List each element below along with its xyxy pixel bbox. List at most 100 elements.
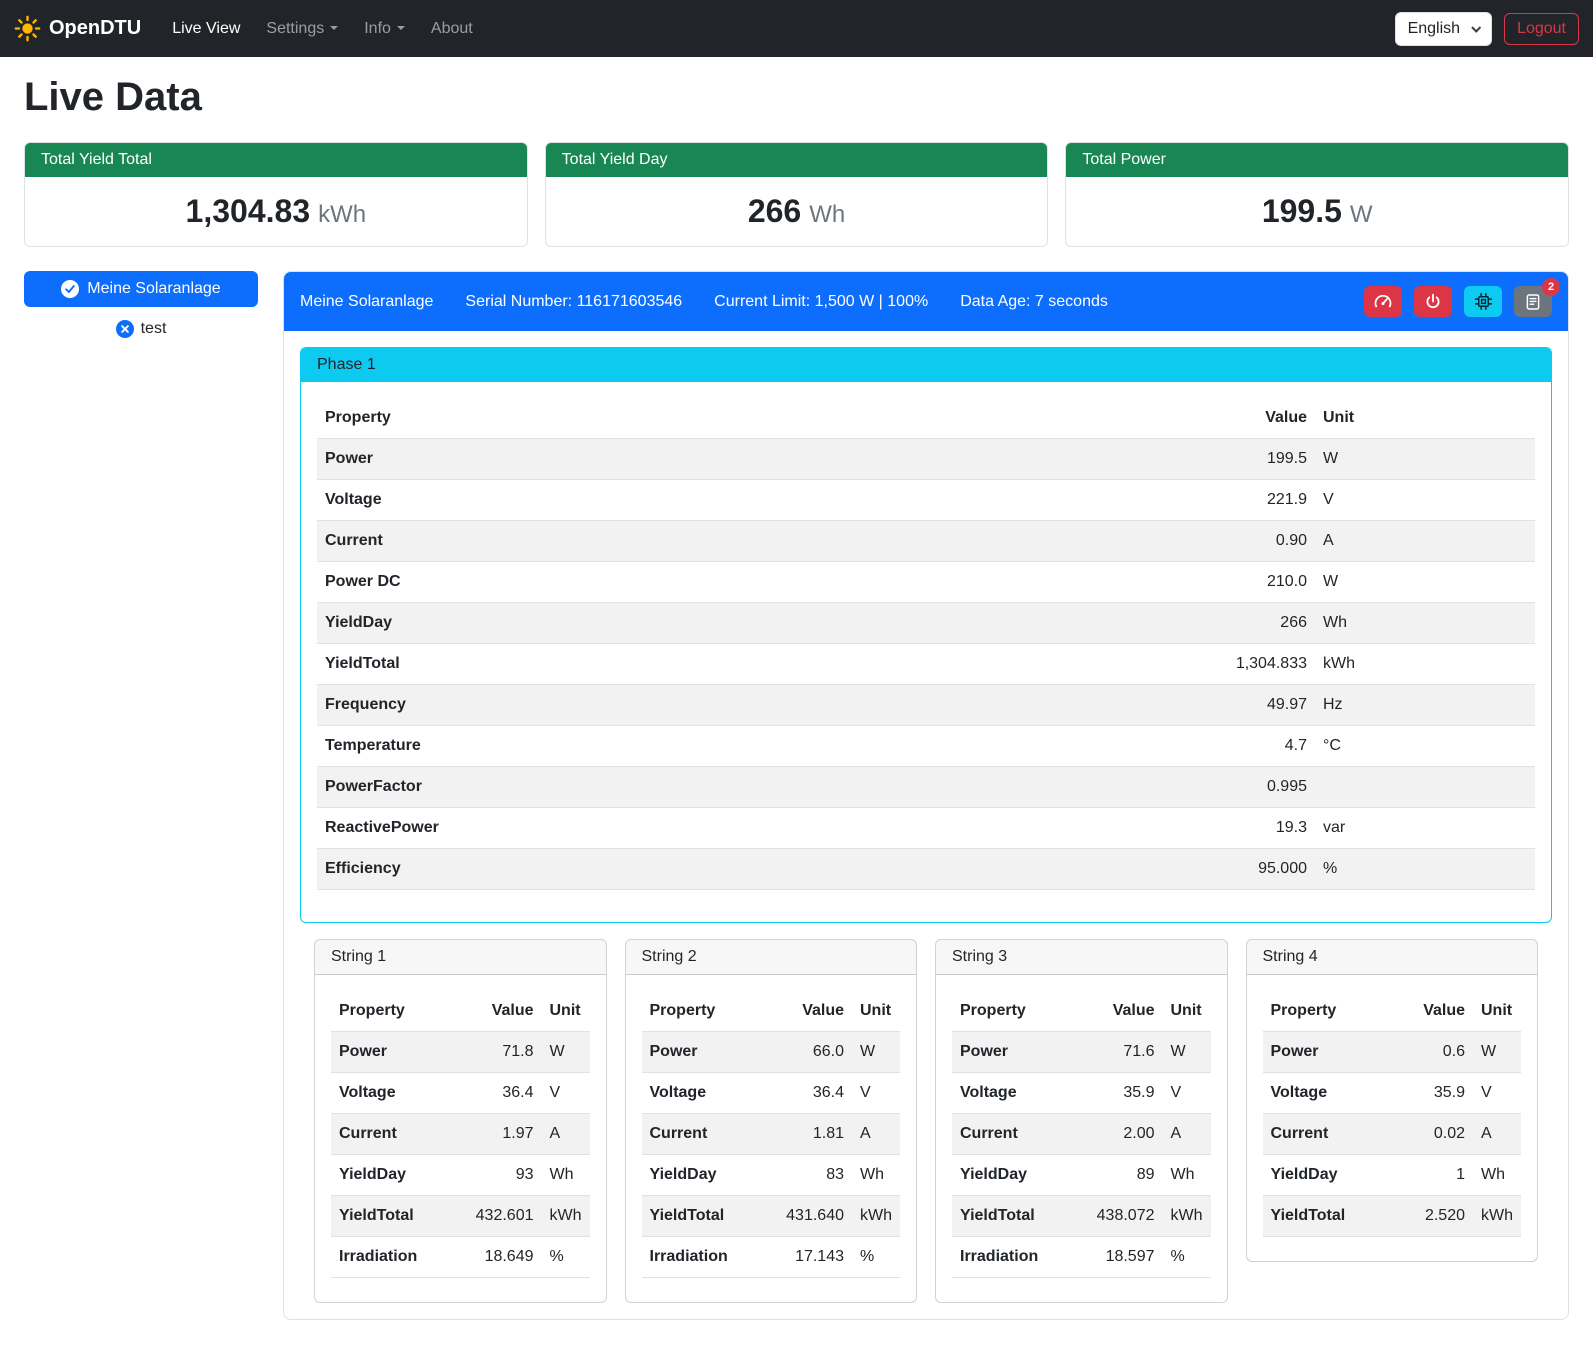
- cpu-icon: [1474, 292, 1493, 311]
- nav-live-view[interactable]: Live View: [159, 12, 253, 46]
- table-row: Voltage36.4V: [331, 1073, 590, 1114]
- table-header-row: Property Value Unit: [317, 398, 1535, 439]
- event-log-button[interactable]: 2: [1514, 286, 1552, 317]
- gauge-icon: [1373, 292, 1393, 312]
- nav-info[interactable]: Info: [351, 12, 418, 46]
- limit-settings-button[interactable]: [1364, 286, 1402, 317]
- value-cell: 0.6: [1391, 1032, 1473, 1073]
- unit-cell: A: [1315, 521, 1535, 562]
- property-cell: Voltage: [642, 1073, 760, 1114]
- card-unit: Wh: [809, 201, 845, 229]
- table-row: Current0.02A: [1263, 1114, 1522, 1155]
- power-control-button[interactable]: [1414, 286, 1452, 317]
- unit-cell: [1315, 767, 1535, 808]
- column-property: Property: [952, 991, 1070, 1032]
- value-cell: 438.072: [1070, 1196, 1162, 1237]
- value-cell: 35.9: [1070, 1073, 1162, 1114]
- property-cell: Voltage: [331, 1073, 449, 1114]
- property-cell: Power: [952, 1032, 1070, 1073]
- inverter-panel-header: Meine Solaranlage Serial Number: 1161716…: [284, 272, 1568, 331]
- phase-title: Phase 1: [301, 348, 1551, 382]
- journal-icon: [1524, 293, 1542, 311]
- nav-about[interactable]: About: [418, 12, 486, 46]
- property-cell: Irradiation: [952, 1237, 1070, 1278]
- table-row: Current1.97A: [331, 1114, 590, 1155]
- inverter-label: test: [141, 320, 167, 338]
- value-cell: 36.4: [449, 1073, 541, 1114]
- property-cell: Power: [317, 439, 914, 480]
- total-yield-total-card: Total Yield Total 1,304.83 kWh: [24, 142, 528, 247]
- device-info-button[interactable]: [1464, 286, 1502, 317]
- column-unit: Unit: [1163, 991, 1211, 1032]
- table-row: YieldDay266Wh: [317, 603, 1535, 644]
- inverter-button-meine-solaranlage[interactable]: Meine Solaranlage: [24, 271, 258, 307]
- inverter-list: Meine Solaranlage test: [24, 271, 258, 339]
- inverter-button-test[interactable]: test: [110, 319, 173, 339]
- strings-row: String 1 Property Value Unit: [314, 939, 1538, 1303]
- unit-cell: W: [1163, 1032, 1211, 1073]
- inverter-panel: Meine Solaranlage Serial Number: 1161716…: [283, 271, 1569, 1320]
- property-cell: Power: [331, 1032, 449, 1073]
- table-row: Power66.0W: [642, 1032, 901, 1073]
- property-cell: Voltage: [952, 1073, 1070, 1114]
- table-row: YieldDay1Wh: [1263, 1155, 1522, 1196]
- table-row: Power71.8W: [331, 1032, 590, 1073]
- value-cell: 2.520: [1391, 1196, 1473, 1237]
- unit-cell: Wh: [1473, 1155, 1521, 1196]
- unit-cell: A: [852, 1114, 900, 1155]
- table-row: Irradiation18.649%: [331, 1237, 590, 1278]
- value-cell: 17.143: [760, 1237, 852, 1278]
- event-count-badge: 2: [1542, 278, 1560, 296]
- column-value: Value: [1391, 991, 1473, 1032]
- data-age: Data Age: 7 seconds: [960, 293, 1108, 311]
- inverter-name: Meine Solaranlage: [300, 293, 433, 311]
- table-row: Voltage35.9V: [1263, 1073, 1522, 1114]
- navbar-right: English Logout: [1395, 12, 1579, 46]
- table-header-row: Property Value Unit: [331, 991, 590, 1032]
- card-title: Total Yield Total: [25, 143, 527, 177]
- check-circle-icon: [61, 280, 79, 298]
- table-row: Voltage35.9V: [952, 1073, 1211, 1114]
- nav-items: Live View Settings Info About: [159, 12, 486, 46]
- brand-label: OpenDTU: [49, 17, 141, 40]
- value-cell: 35.9: [1391, 1073, 1473, 1114]
- string-4-card: String 4 Property Value Unit: [1246, 939, 1539, 1262]
- unit-cell: %: [852, 1237, 900, 1278]
- table-row: YieldTotal1,304.833kWh: [317, 644, 1535, 685]
- unit-cell: A: [542, 1114, 590, 1155]
- table-header-row: Property Value Unit: [952, 991, 1211, 1032]
- nav-settings[interactable]: Settings: [253, 12, 351, 46]
- page-title: Live Data: [24, 75, 1569, 120]
- table-row: Current2.00A: [952, 1114, 1211, 1155]
- table-row: Voltage221.9V: [317, 480, 1535, 521]
- value-cell: 210.0: [914, 562, 1315, 603]
- serial-number: Serial Number: 116171603546: [465, 293, 682, 311]
- column-property: Property: [1263, 991, 1392, 1032]
- card-title: Total Yield Day: [546, 143, 1048, 177]
- value-cell: 49.97: [914, 685, 1315, 726]
- table-row: Current1.81A: [642, 1114, 901, 1155]
- property-cell: ReactivePower: [317, 808, 914, 849]
- power-icon: [1424, 293, 1442, 311]
- property-cell: Temperature: [317, 726, 914, 767]
- string-title: String 3: [936, 940, 1227, 975]
- value-cell: 1.97: [449, 1114, 541, 1155]
- value-cell: 19.3: [914, 808, 1315, 849]
- table-row: Frequency49.97Hz: [317, 685, 1535, 726]
- language-select[interactable]: English: [1395, 12, 1492, 46]
- string-2-table: Property Value Unit Power66.0WVoltage36.…: [642, 991, 901, 1278]
- unit-cell: V: [1315, 480, 1535, 521]
- property-cell: Current: [1263, 1114, 1392, 1155]
- table-row: YieldDay93Wh: [331, 1155, 590, 1196]
- brand-link[interactable]: OpenDTU: [14, 15, 141, 42]
- phase-table: Property Value Unit Power199.5WVoltage22…: [317, 398, 1535, 890]
- unit-cell: kWh: [1163, 1196, 1211, 1237]
- unit-cell: Wh: [1163, 1155, 1211, 1196]
- table-row: Efficiency95.000%: [317, 849, 1535, 890]
- property-cell: YieldDay: [331, 1155, 449, 1196]
- unit-cell: V: [1473, 1073, 1521, 1114]
- table-row: YieldDay89Wh: [952, 1155, 1211, 1196]
- value-cell: 0.90: [914, 521, 1315, 562]
- logout-button[interactable]: Logout: [1504, 13, 1579, 45]
- column-value: Value: [760, 991, 852, 1032]
